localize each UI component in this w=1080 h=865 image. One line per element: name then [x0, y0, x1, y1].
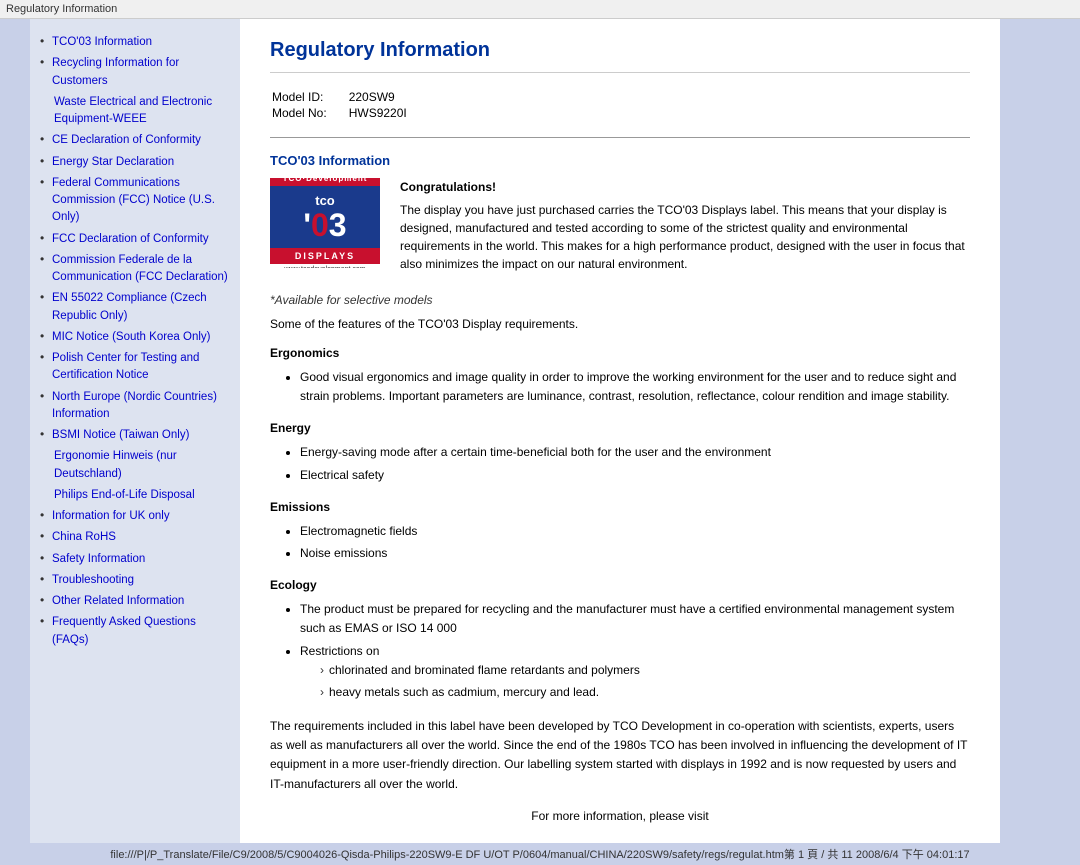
energy-section: Energy Energy-saving mode after a certai…	[270, 421, 970, 484]
model-id-label: Model ID:	[272, 90, 347, 104]
sidebar-link-energy-star[interactable]: Energy Star Declaration	[52, 156, 174, 168]
sidebar-link-mic[interactable]: MIC Notice (South Korea Only)	[52, 331, 211, 343]
congrats-text: The display you have just purchased carr…	[400, 201, 970, 273]
sidebar-link-bsmi[interactable]: BSMI Notice (Taiwan Only)	[52, 429, 189, 441]
tco-info-box: TCO·Development tco '03 DISPLAYS www.tco…	[270, 178, 970, 278]
sidebar-item-faqs[interactable]: Frequently Asked Questions (FAQs)	[40, 614, 230, 649]
ergonomics-section: Ergonomics Good visual ergonomics and im…	[270, 346, 970, 406]
emissions-list: Electromagnetic fields Noise emissions	[270, 522, 970, 563]
title-bar-text: Regulatory Information	[6, 3, 117, 15]
sidebar-item-nordic[interactable]: North Europe (Nordic Countries) Informat…	[40, 389, 230, 424]
content-area: Regulatory Information Model ID: 220SW9 …	[240, 19, 1000, 843]
emissions-section: Emissions Electromagnetic fields Noise e…	[270, 500, 970, 563]
left-panel	[0, 19, 30, 843]
ecology-item-2: Restrictions on chlorinated and brominat…	[300, 642, 970, 703]
sidebar-item-mic[interactable]: MIC Notice (South Korea Only)	[40, 329, 230, 346]
sidebar-item-fcc[interactable]: Federal Communications Commission (FCC) …	[40, 175, 230, 227]
sidebar-nav: TCO'03 Information Recycling Information…	[40, 34, 230, 649]
emissions-item-1: Electromagnetic fields	[300, 522, 970, 541]
energy-item-1: Energy-saving mode after a certain time-…	[300, 443, 970, 462]
sidebar-item-polish[interactable]: Polish Center for Testing and Certificat…	[40, 350, 230, 385]
title-bar: Regulatory Information	[0, 0, 1080, 19]
divider	[270, 137, 970, 138]
sidebar-item-uk[interactable]: Information for UK only	[40, 508, 230, 525]
sidebar-link-other[interactable]: Other Related Information	[52, 595, 184, 607]
sidebar-link-commission[interactable]: Commission Federale de la Communication …	[52, 254, 228, 283]
tco-section-heading: TCO'03 Information	[270, 153, 970, 168]
sidebar-item-tco03[interactable]: TCO'03 Information	[40, 34, 230, 51]
sidebar-item-troubleshooting[interactable]: Troubleshooting	[40, 572, 230, 589]
sidebar-link-fcc-conformity[interactable]: FCC Declaration of Conformity	[52, 233, 209, 245]
for-more-text: For more information, please visit	[270, 809, 970, 823]
available-note: *Available for selective models	[270, 293, 970, 307]
closing-paragraph: The requirements included in this label …	[270, 717, 970, 794]
sidebar-link-philips-disposal[interactable]: Philips End-of-Life Disposal	[54, 489, 195, 501]
sidebar-link-china-rohs[interactable]: China RoHS	[52, 531, 116, 543]
tco-top-bar-text: TCO·Development	[270, 178, 380, 186]
emissions-item-2: Noise emissions	[300, 544, 970, 563]
right-panel	[1000, 19, 1080, 843]
ecology-list: The product must be prepared for recycli…	[270, 600, 970, 702]
tco-logo: TCO·Development tco '03 DISPLAYS www.tco…	[270, 178, 380, 268]
model-id-value: 220SW9	[349, 90, 407, 104]
sidebar-item-ce[interactable]: CE Declaration of Conformity	[40, 132, 230, 149]
sidebar-link-safety[interactable]: Safety Information	[52, 553, 145, 565]
sidebar-link-nordic[interactable]: North Europe (Nordic Countries) Informat…	[52, 391, 217, 420]
sidebar-item-philips-disposal[interactable]: Philips End-of-Life Disposal	[40, 487, 230, 504]
ecology-heading: Ecology	[270, 578, 970, 592]
energy-list: Energy-saving mode after a certain time-…	[270, 443, 970, 484]
footer-text: file:///P|/P_Translate/File/C9/2008/5/C9…	[110, 849, 969, 861]
sidebar-link-tco03[interactable]: TCO'03 Information	[52, 36, 152, 48]
sidebar-item-ergonomie[interactable]: Ergonomie Hinweis (nur Deutschland)	[40, 448, 230, 483]
model-info-table: Model ID: 220SW9 Model No: HWS9220I	[270, 88, 409, 122]
sidebar-link-fcc[interactable]: Federal Communications Commission (FCC) …	[52, 177, 215, 224]
tco-website-text: www.tcodevelopment.com	[270, 264, 380, 268]
congrats-label: Congratulations!	[400, 178, 970, 196]
sidebar: TCO'03 Information Recycling Information…	[30, 19, 240, 843]
tco-description: Congratulations! The display you have ju…	[400, 178, 970, 278]
ecology-sub-list: chlorinated and brominated flame retarda…	[300, 661, 970, 702]
ecology-sub-item-1: chlorinated and brominated flame retarda…	[320, 661, 970, 680]
ecology-sub-item-2: heavy metals such as cadmium, mercury an…	[320, 683, 970, 702]
sidebar-link-ergonomie[interactable]: Ergonomie Hinweis (nur Deutschland)	[54, 450, 177, 479]
tco-displays-label: DISPLAYS	[270, 248, 380, 264]
sidebar-item-energy-star[interactable]: Energy Star Declaration	[40, 154, 230, 171]
sidebar-item-fcc-conformity[interactable]: FCC Declaration of Conformity	[40, 231, 230, 248]
ecology-section: Ecology The product must be prepared for…	[270, 578, 970, 702]
sidebar-item-weee[interactable]: Waste Electrical and Electronic Equipmen…	[40, 94, 230, 129]
tco-middle: tco '03	[270, 186, 380, 247]
sidebar-item-commission[interactable]: Commission Federale de la Communication …	[40, 252, 230, 287]
model-no-value: HWS9220I	[349, 106, 407, 120]
sidebar-link-polish[interactable]: Polish Center for Testing and Certificat…	[52, 352, 199, 381]
ergonomics-item-1: Good visual ergonomics and image quality…	[300, 368, 970, 406]
ergonomics-heading: Ergonomics	[270, 346, 970, 360]
ergonomics-list: Good visual ergonomics and image quality…	[270, 368, 970, 406]
sidebar-item-china-rohs[interactable]: China RoHS	[40, 529, 230, 546]
page-title: Regulatory Information	[270, 39, 970, 73]
sidebar-item-recycling[interactable]: Recycling Information for Customers	[40, 55, 230, 90]
sidebar-item-other[interactable]: Other Related Information	[40, 593, 230, 610]
some-features-text: Some of the features of the TCO'03 Displ…	[270, 317, 970, 331]
footer-bar: file:///P|/P_Translate/File/C9/2008/5/C9…	[0, 843, 1080, 865]
ecology-item-1: The product must be prepared for recycli…	[300, 600, 970, 638]
sidebar-link-ce[interactable]: CE Declaration of Conformity	[52, 134, 201, 146]
sidebar-link-recycling[interactable]: Recycling Information for Customers	[52, 57, 179, 86]
sidebar-item-safety[interactable]: Safety Information	[40, 551, 230, 568]
sidebar-item-en55022[interactable]: EN 55022 Compliance (Czech Republic Only…	[40, 290, 230, 325]
energy-item-2: Electrical safety	[300, 466, 970, 485]
sidebar-link-weee[interactable]: Waste Electrical and Electronic Equipmen…	[54, 96, 212, 125]
sidebar-link-uk[interactable]: Information for UK only	[52, 510, 170, 522]
model-no-label: Model No:	[272, 106, 347, 120]
sidebar-link-troubleshooting[interactable]: Troubleshooting	[52, 574, 134, 586]
sidebar-link-faqs[interactable]: Frequently Asked Questions (FAQs)	[52, 616, 196, 645]
emissions-heading: Emissions	[270, 500, 970, 514]
sidebar-link-en55022[interactable]: EN 55022 Compliance (Czech Republic Only…	[52, 292, 207, 321]
energy-heading: Energy	[270, 421, 970, 435]
sidebar-item-bsmi[interactable]: BSMI Notice (Taiwan Only)	[40, 427, 230, 444]
